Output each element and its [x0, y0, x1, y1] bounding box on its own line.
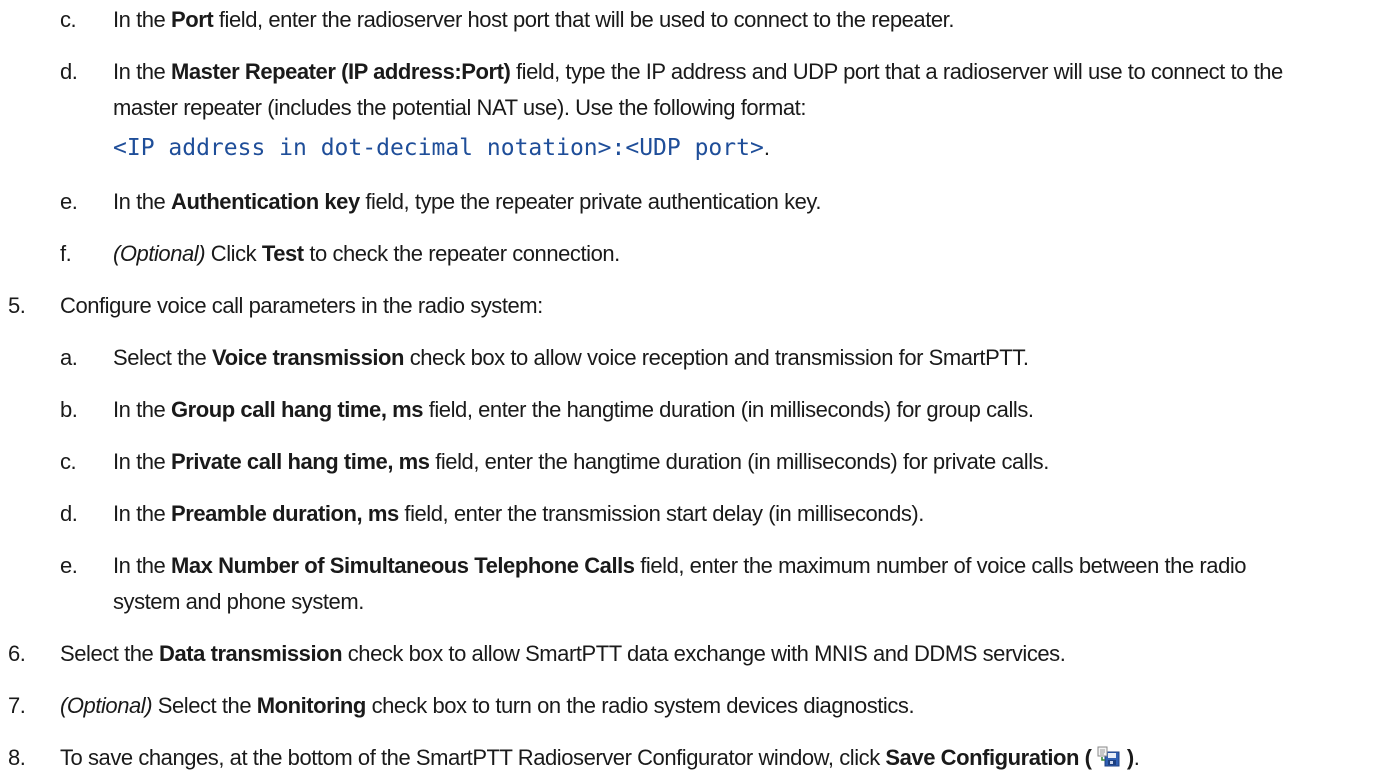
- step-marker: b.: [60, 397, 78, 422]
- step-text-continued: system and phone system.: [113, 589, 364, 614]
- text-run: .: [763, 135, 770, 160]
- text-run: check box to allow SmartPTT data exchang…: [342, 641, 1066, 666]
- step-text: In the Preamble duration, ms field, ente…: [113, 496, 924, 532]
- save-configuration-icon: [1097, 743, 1121, 767]
- text-run: field, enter the transmission start dela…: [398, 501, 924, 526]
- step-text: In the Authentication key field, type th…: [113, 184, 821, 220]
- text-run: field, enter the hangtime duration (in m…: [429, 449, 1049, 474]
- ui-term-save-configuration-close: ): [1126, 745, 1134, 770]
- step-marker: a.: [60, 345, 78, 370]
- step-text: Configure voice call parameters in the r…: [60, 293, 543, 318]
- step-marker: 7.: [8, 693, 26, 718]
- text-run: In the: [113, 553, 172, 578]
- text-run: field, enter the hangtime duration (in m…: [423, 397, 1034, 422]
- ui-term-monitoring: Monitoring: [256, 693, 367, 718]
- text-run: field, enter the radioserver host port t…: [213, 7, 955, 32]
- ui-term-save-configuration: Save Configuration (: [885, 745, 1092, 770]
- text-run: Select the: [113, 345, 213, 370]
- step-text: Select the Data transmission check box t…: [60, 636, 1066, 672]
- ui-term-test: Test: [261, 241, 304, 266]
- step-marker: c.: [60, 7, 77, 32]
- step-text: In the Group call hang time, ms field, e…: [113, 392, 1034, 428]
- text-run: check box to allow voice reception and t…: [404, 345, 1029, 370]
- step-text: (Optional) Select the Monitoring check b…: [60, 688, 915, 724]
- ui-term-group-call-hang-time: Group call hang time, ms: [171, 397, 424, 422]
- document-page: c. In the Port field, enter the radioser…: [0, 0, 1380, 771]
- text-run: To save changes, at the bottom of the Sm…: [60, 745, 886, 770]
- text-run: check box to turn on the radio system de…: [365, 693, 915, 718]
- text-run: field, enter the maximum number of voice…: [634, 553, 1247, 578]
- step-marker: e.: [60, 553, 78, 578]
- step-marker: e.: [60, 189, 78, 214]
- step-marker: d.: [60, 59, 78, 84]
- text-run: In the: [113, 189, 172, 214]
- text-run: In the: [113, 449, 172, 474]
- step-marker: d.: [60, 501, 78, 526]
- step-text: In the Port field, enter the radioserver…: [113, 2, 954, 38]
- step-text-continued: master repeater (includes the potential …: [113, 95, 807, 120]
- format-line: <IP address in dot-decimal notation>:<UD…: [113, 130, 770, 166]
- text-run: Select the: [152, 693, 257, 718]
- step-text: In the Private call hang time, ms field,…: [113, 444, 1049, 480]
- step-text: Select the Voice transmission check box …: [113, 340, 1029, 376]
- ui-term-port: Port: [171, 7, 214, 32]
- optional-label: (Optional): [60, 693, 153, 718]
- text-run: .: [1133, 745, 1140, 770]
- text-run: Select the: [60, 641, 160, 666]
- ui-term-voice-transmission: Voice transmission: [212, 345, 405, 370]
- step-text: In the Master Repeater (IP address:Port)…: [113, 54, 1283, 90]
- text-run: field, type the IP address and UDP port …: [510, 59, 1283, 84]
- step-marker: 5.: [8, 293, 26, 318]
- ui-term-master-repeater: Master Repeater (IP address:Port): [171, 59, 511, 84]
- text-run: In the: [113, 501, 172, 526]
- step-text: In the Max Number of Simultaneous Teleph…: [113, 548, 1247, 584]
- optional-label: (Optional): [113, 241, 206, 266]
- ui-term-authentication-key: Authentication key: [171, 189, 360, 214]
- text-run: Click: [205, 241, 262, 266]
- ui-term-data-transmission: Data transmission: [159, 641, 343, 666]
- step-marker: c.: [60, 449, 77, 474]
- text-run: field, type the repeater private authent…: [359, 189, 821, 214]
- text-run: In the: [113, 7, 172, 32]
- ui-term-preamble-duration: Preamble duration, ms: [171, 501, 399, 526]
- step-marker: f.: [60, 241, 72, 266]
- text-run: In the: [113, 59, 172, 84]
- ui-term-max-simultaneous-calls: Max Number of Simultaneous Telephone Cal…: [171, 553, 635, 578]
- ui-term-private-call-hang-time: Private call hang time, ms: [171, 449, 430, 474]
- step-marker: 6.: [8, 641, 26, 666]
- text-run: to check the repeater connection.: [303, 241, 620, 266]
- code-format: <IP address in dot-decimal notation>:<UD…: [113, 135, 764, 161]
- text-run: In the: [113, 397, 172, 422]
- step-text: (Optional) Click Test to check the repea…: [113, 236, 620, 272]
